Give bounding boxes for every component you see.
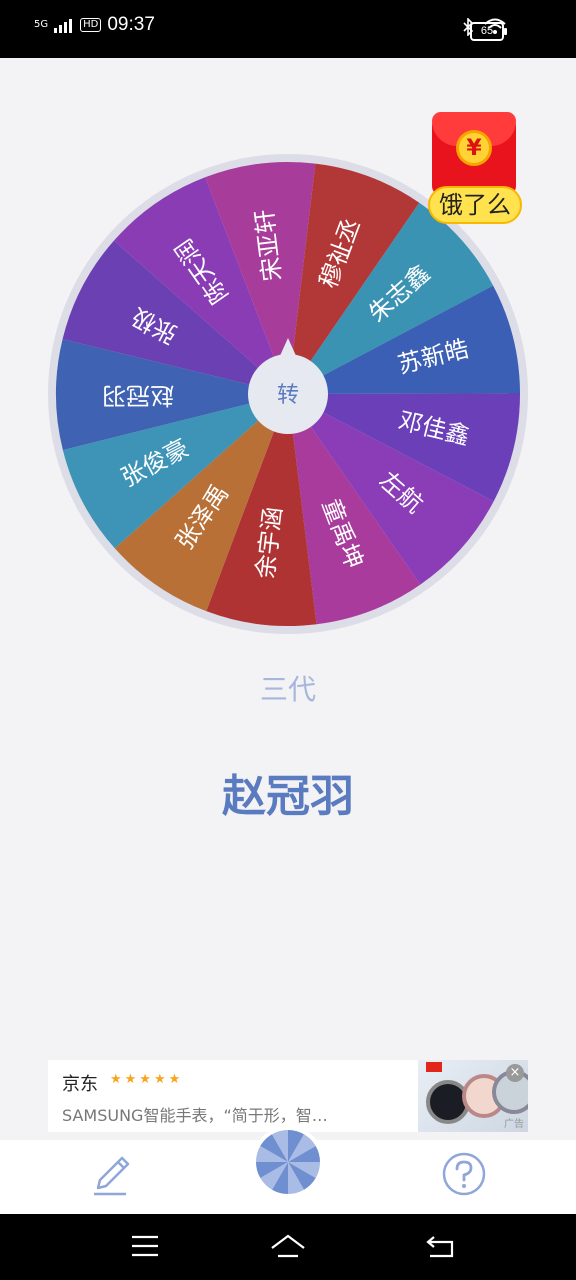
question-icon <box>442 1152 486 1196</box>
status-left: 5G HD 09:37 <box>34 14 155 36</box>
pencil-icon <box>94 1156 130 1196</box>
ad-banner[interactable]: 京东 ★★★★★ SAMSUNG智能手表，“简于形，智… × 广告 <box>48 1060 528 1132</box>
wheel-graphic[interactable]: 赵冠羽张极陈天润 宋亚轩 穆祉丞朱志鑫苏新皓邓佳鑫左航童禹坤余宇涵张泽禹张俊豪转 <box>48 154 528 634</box>
ad-tag: 广告 <box>504 1119 524 1130</box>
battery-icon: 65 <box>470 22 507 41</box>
menu-icon <box>132 1235 158 1257</box>
picked-result: 赵冠羽 <box>222 771 354 822</box>
ad-close-button[interactable]: × <box>506 1064 524 1082</box>
hd-badge: HD <box>80 18 102 32</box>
eleme-redpacket[interactable]: ¥ 饿了么 <box>428 112 522 226</box>
wheel-segment-label: 赵冠羽 <box>102 381 174 409</box>
menu-button[interactable] <box>130 1232 160 1264</box>
spin-center-label: 转 <box>277 383 299 408</box>
back-icon <box>426 1236 454 1258</box>
back-button[interactable] <box>424 1232 456 1264</box>
ad-rating: ★★★★★ <box>110 1072 184 1087</box>
signal-icon <box>54 19 73 33</box>
yuan-coin-icon: ¥ <box>456 130 492 166</box>
clock: 09:37 <box>107 14 155 35</box>
jd-logo-icon <box>426 1062 442 1072</box>
wheel-category: 三代 <box>259 673 316 706</box>
ad-description: SAMSUNG智能手表，“简于形，智… <box>62 1106 328 1125</box>
spin-button[interactable] <box>252 1126 324 1198</box>
spin-wheel[interactable]: 赵冠羽 张极 陈天润 宋亚轩 穆祉丞 朱志鑫 苏新皓 邓佳鑫 左航 童禹坤 余宇涵 张泽禹 张俊豪转 <box>48 154 528 634</box>
mini-wheel-icon <box>256 1130 320 1194</box>
edit-button[interactable] <box>90 1150 138 1202</box>
ad-brand: 京东 <box>62 1074 98 1095</box>
home-button[interactable] <box>270 1232 306 1264</box>
redpacket-label: 饿了么 <box>428 186 522 224</box>
system-nav-bar <box>0 1214 576 1280</box>
help-button[interactable] <box>440 1150 488 1202</box>
bottom-toolbar <box>0 1126 576 1214</box>
network-label: 5G <box>34 19 49 30</box>
home-icon <box>271 1234 305 1258</box>
status-bar: 5G HD 09:37 65 <box>0 0 576 58</box>
